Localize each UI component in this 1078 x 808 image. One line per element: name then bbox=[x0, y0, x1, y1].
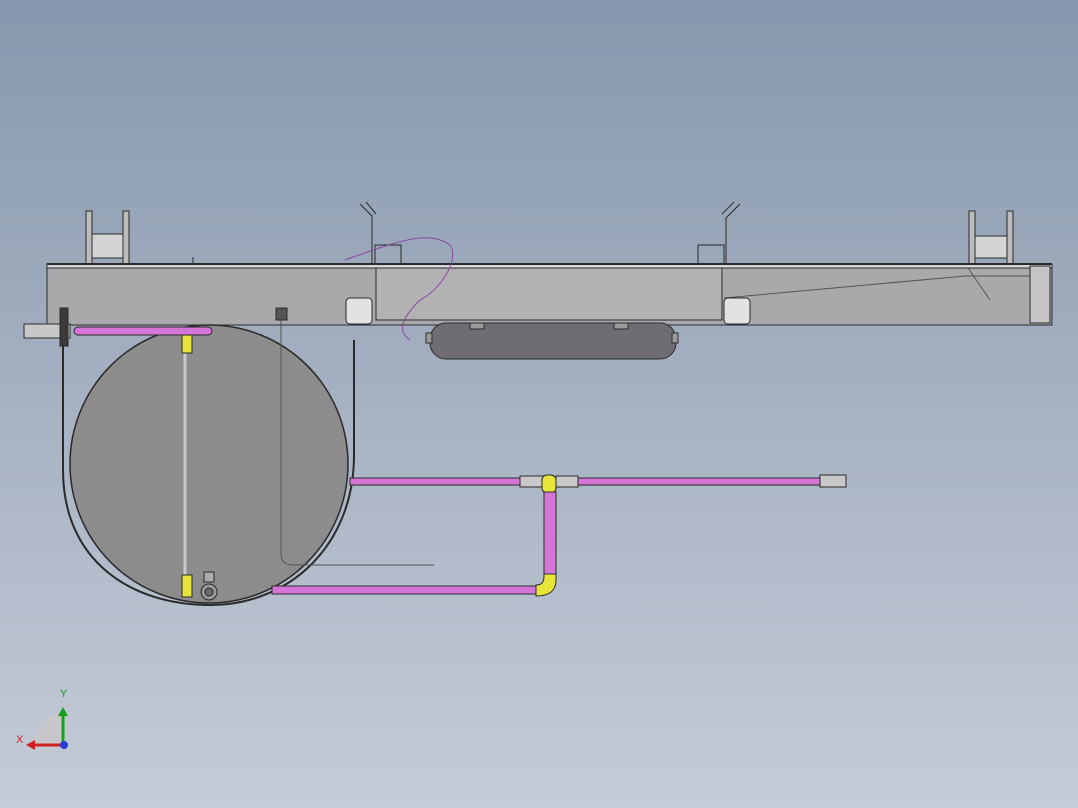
assembly-drawing bbox=[23, 201, 1053, 750]
triad-x-label: X bbox=[16, 734, 24, 746]
triad-y-label: Y bbox=[60, 688, 68, 700]
mounting-bracket-left bbox=[85, 210, 130, 266]
fuel-tank[interactable] bbox=[62, 307, 434, 607]
mounting-bracket-right bbox=[968, 210, 1014, 266]
cad-viewport[interactable]: X Y bbox=[0, 0, 1078, 808]
coordinate-triad bbox=[26, 707, 68, 750]
air-reservoir[interactable] bbox=[425, 322, 679, 360]
main-frame-beam[interactable] bbox=[46, 257, 1053, 326]
triad-z-axis bbox=[60, 741, 68, 749]
